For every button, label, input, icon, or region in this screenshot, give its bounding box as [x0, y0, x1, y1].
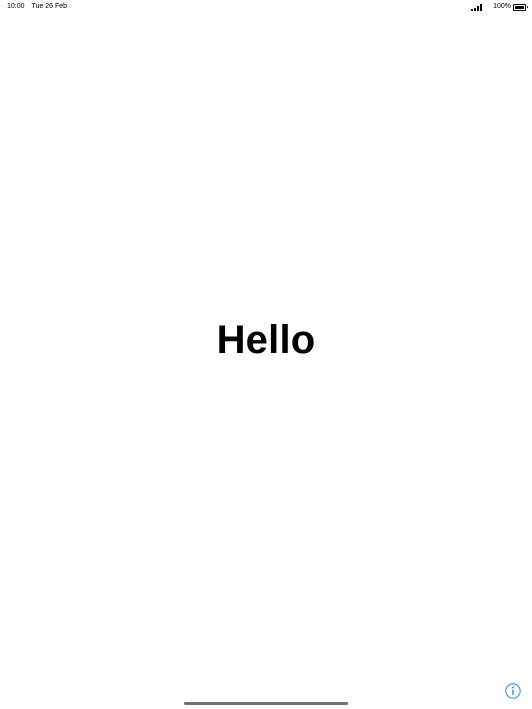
status-bar: 10:00 Tue 26 Feb 100% — [0, 0, 532, 14]
status-indicators: 100% — [471, 2, 528, 12]
status-date: Tue 26 Feb — [31, 3, 68, 10]
battery-level-fill — [515, 5, 524, 9]
greeting-text: Hello — [216, 318, 316, 362]
home-indicator[interactable] — [184, 702, 348, 705]
battery-icon — [513, 3, 528, 11]
status-time: 10:00 — [7, 3, 25, 10]
battery-percentage: 100% — [493, 3, 511, 10]
info-button[interactable] — [505, 683, 521, 699]
status-time-date: 10:00 Tue 26 Feb — [7, 3, 67, 11]
info-icon — [505, 683, 521, 699]
cellular-signal-icon — [471, 3, 483, 11]
